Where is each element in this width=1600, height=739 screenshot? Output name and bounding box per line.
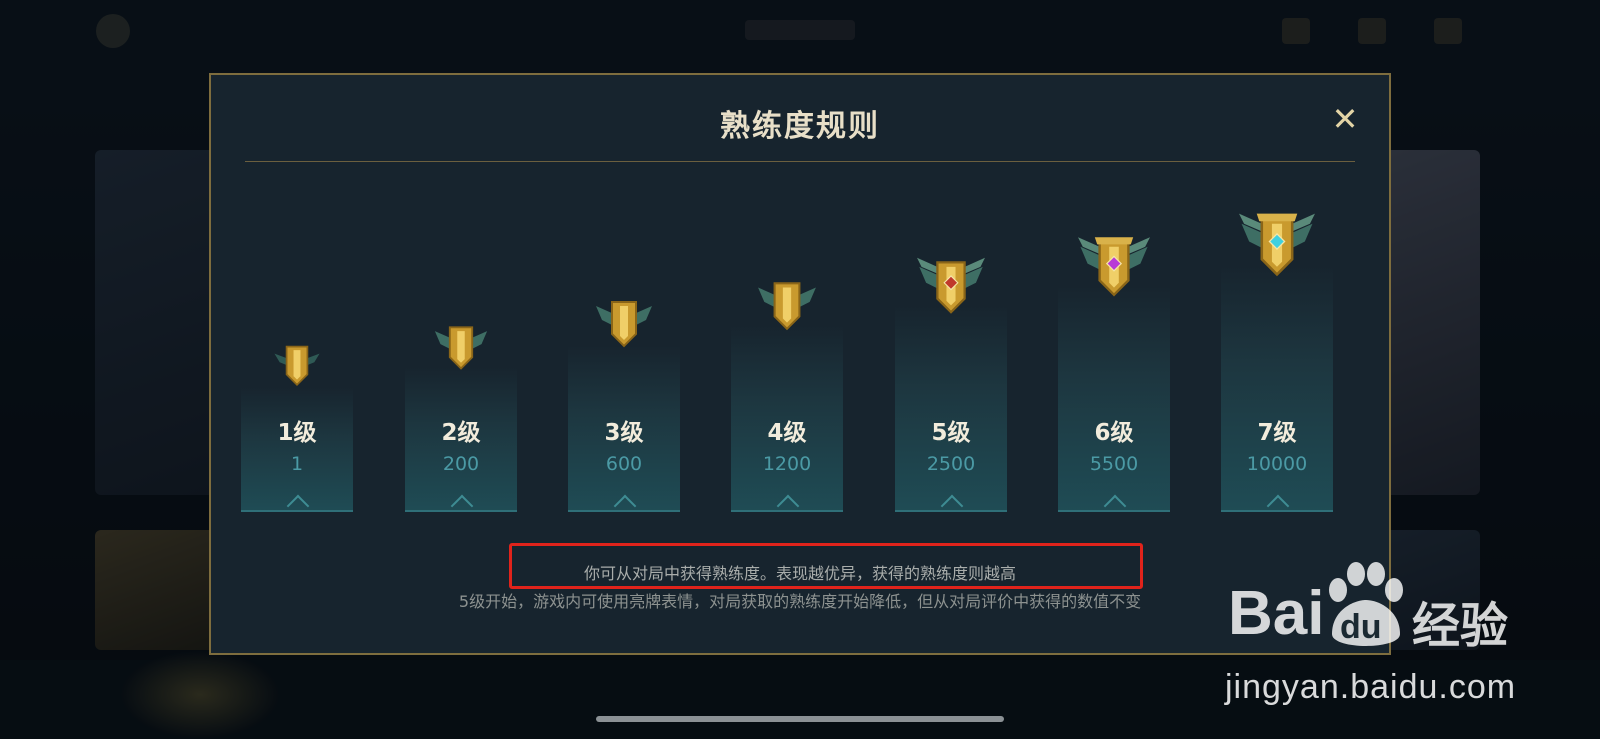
level-label: 3级 [604, 420, 644, 446]
title-divider [245, 161, 1355, 162]
chevron-up-icon [776, 494, 800, 518]
chevron-up-icon [1266, 494, 1290, 518]
mastery-emblem-icon [1239, 213, 1315, 277]
mastery-emblem-icon [274, 345, 320, 387]
home-indicator[interactable] [596, 716, 1004, 722]
close-button[interactable]: ✕ [1329, 103, 1361, 135]
level-column: 1级 1 [241, 387, 353, 518]
level-label: 7级 [1257, 420, 1297, 446]
level-column: 4级 1200 [731, 325, 843, 518]
level-value: 600 [605, 453, 643, 475]
chevron-up-icon [286, 494, 310, 518]
level-label: 6级 [1094, 420, 1134, 446]
level-column: 7级 10000 [1221, 265, 1333, 518]
chevron-up-icon [450, 494, 474, 518]
watermark-brand-suffix: 经验 [1412, 600, 1509, 653]
level-column: 6级 5500 [1058, 285, 1170, 518]
chevron-up-icon [613, 494, 637, 518]
chevron-up-icon [940, 494, 964, 518]
mastery-emblem-icon [596, 301, 652, 348]
watermark-brand-du: du [1340, 608, 1382, 646]
level-value: 1200 [762, 453, 812, 475]
level-label: 5级 [931, 420, 971, 446]
annotation-highlight-box [509, 543, 1143, 589]
dialog-title: 熟练度规则 [720, 109, 880, 144]
level-label: 2级 [441, 420, 481, 446]
level-label: 1级 [277, 420, 317, 446]
level-column: 5级 2500 [895, 305, 1007, 518]
mastery-emblem-icon [434, 326, 488, 370]
mastery-emblem-icon [1078, 237, 1150, 297]
note-secondary: 5级开始，游戏内可使用亮牌表情，对局获取的熟练度开始降低，但从对局评价中获得的数… [458, 592, 1142, 611]
mastery-emblem-icon [758, 282, 816, 331]
watermark-brand-left: Bai [1228, 579, 1325, 648]
level-value: 5500 [1089, 453, 1139, 475]
level-label: 4级 [767, 420, 807, 446]
chevron-up-icon [1103, 494, 1127, 518]
level-value: 200 [442, 453, 480, 475]
level-value: 10000 [1246, 453, 1308, 475]
level-value: 2500 [926, 453, 976, 475]
watermark-url: jingyan.baidu.com [1225, 668, 1517, 706]
level-value: 1 [290, 453, 304, 475]
level-column: 3级 600 [568, 345, 680, 518]
mastery-emblem-icon [917, 257, 985, 314]
level-column: 2级 200 [405, 367, 517, 518]
